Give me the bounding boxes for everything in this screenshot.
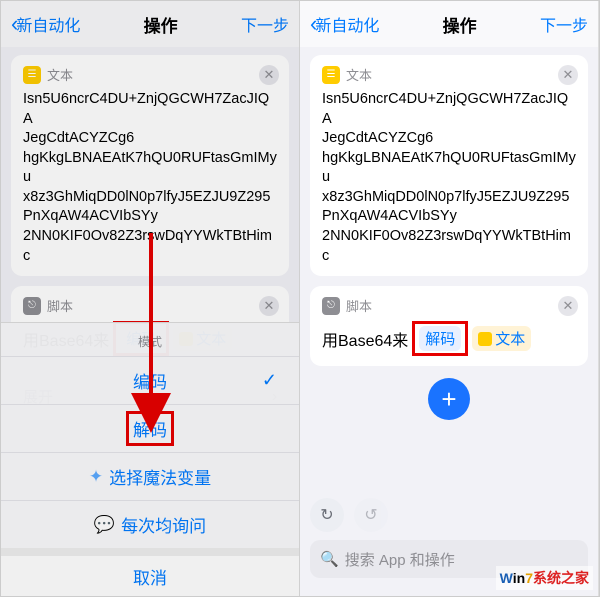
screen-right: ‹新自动化 操作 下一步 ☰ 文本 ✕ Isn5U6ncrC4DU+ZnjQGC…: [300, 1, 599, 596]
mode-sheet: 模式 编码 ✓ 解码 ✦选择魔法变量 💬每次均询问 取消: [1, 322, 299, 596]
sheet-title: 模式: [1, 323, 299, 356]
checkmark-icon: ✓: [262, 370, 277, 391]
nav-back[interactable]: ‹新自动化: [310, 11, 379, 37]
search-icon: 🔍: [320, 550, 339, 568]
nav-back[interactable]: ‹新自动化: [11, 11, 80, 37]
close-icon[interactable]: ✕: [558, 65, 578, 85]
sheet-option-encode[interactable]: 编码 ✓: [1, 356, 299, 404]
sheet-option-magic[interactable]: ✦选择魔法变量: [1, 452, 299, 500]
highlight-decode: 解码: [412, 321, 468, 356]
watermark: Win7系统之家: [496, 566, 593, 590]
highlight-decode: 解码: [126, 411, 174, 446]
nav-title: 操作: [443, 12, 477, 37]
redo-icon[interactable]: ↺: [354, 498, 388, 532]
text-icon: ☰: [23, 66, 41, 84]
chat-icon: 💬: [94, 515, 115, 535]
card-label: 文本: [47, 65, 73, 84]
sheet-option-decode[interactable]: 解码: [1, 404, 299, 452]
close-icon[interactable]: ✕: [259, 65, 279, 85]
sheet-option-ask[interactable]: 💬每次均询问: [1, 500, 299, 548]
navbar: ‹新自动化 操作 下一步: [1, 1, 299, 47]
bottom-icons: ↻ ↺: [310, 498, 388, 532]
sheet-cancel[interactable]: 取消: [1, 548, 299, 596]
script-icon: ⎋: [322, 297, 340, 315]
navbar: ‹新自动化 操作 下一步: [300, 1, 598, 47]
script-line: 用Base64来 解码 文本: [322, 321, 576, 356]
text-body: Isn5U6ncrC4DU+ZnjQGCWH7ZacJIQA JegCdtACY…: [23, 90, 277, 266]
nav-next[interactable]: 下一步: [241, 12, 289, 36]
undo-icon[interactable]: ↻: [310, 498, 344, 532]
decode-pill[interactable]: 解码: [419, 326, 461, 351]
script-icon: ⎋: [23, 297, 41, 315]
text-card[interactable]: ☰ 文本 ✕ Isn5U6ncrC4DU+ZnjQGCWH7ZacJIQA Je…: [11, 55, 289, 276]
screen-left: ‹新自动化 操作 下一步 ☰ 文本 ✕ Isn5U6ncrC4DU+ZnjQGC…: [1, 1, 300, 596]
text-body: Isn5U6ncrC4DU+ZnjQGCWH7ZacJIQA JegCdtACY…: [322, 90, 576, 266]
close-icon[interactable]: ✕: [558, 296, 578, 316]
search-placeholder: 搜索 App 和操作: [345, 549, 455, 570]
script-label: 脚本: [346, 296, 372, 315]
text-icon: ☰: [322, 66, 340, 84]
script-card[interactable]: ⎋ 脚本 ✕ 用Base64来 解码 文本: [310, 286, 588, 366]
text-mini-icon: [478, 332, 492, 346]
card-label: 文本: [346, 65, 372, 84]
nav-title: 操作: [144, 12, 178, 37]
text-var-pill[interactable]: 文本: [472, 326, 531, 351]
close-icon[interactable]: ✕: [259, 296, 279, 316]
wand-icon: ✦: [89, 467, 103, 487]
add-action-button[interactable]: +: [428, 378, 470, 420]
nav-next[interactable]: 下一步: [540, 12, 588, 36]
text-card[interactable]: ☰ 文本 ✕ Isn5U6ncrC4DU+ZnjQGCWH7ZacJIQA Je…: [310, 55, 588, 276]
script-label: 脚本: [47, 296, 73, 315]
